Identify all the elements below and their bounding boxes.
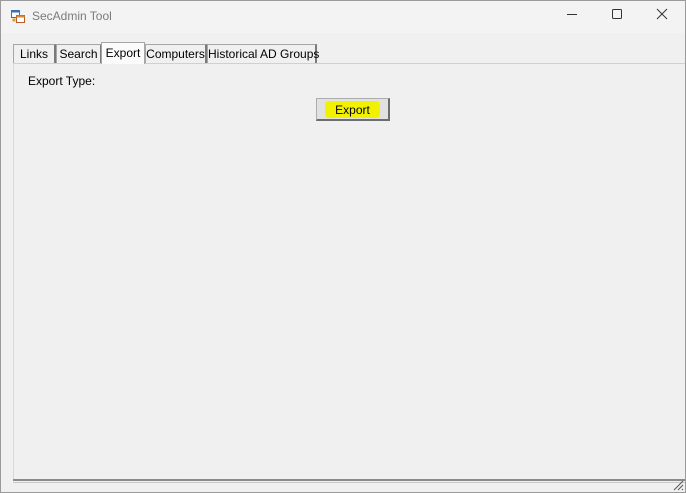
export-button-label: Export — [325, 100, 380, 118]
tab-computers[interactable]: Computers — [145, 44, 207, 63]
app-window-icon — [11, 10, 25, 23]
title-bar[interactable]: SecAdmin Tool — [1, 1, 685, 33]
minimize-icon — [566, 7, 578, 25]
export-button[interactable]: Export — [316, 98, 390, 121]
maximize-button[interactable] — [594, 1, 640, 31]
close-icon — [656, 7, 668, 25]
tab-historical-ad-groups[interactable]: Historical AD Groups — [207, 44, 319, 63]
export-type-label: Export Type: — [28, 74, 96, 88]
tab-strip: Links Search Export Computers Historical… — [13, 42, 673, 64]
tab-export[interactable]: Export — [101, 42, 145, 64]
maximize-icon — [611, 7, 623, 25]
minimize-button[interactable] — [549, 1, 595, 31]
app-window: SecAdmin Tool Links Search Export Comput… — [0, 0, 686, 493]
panel-bottom-border-inner — [13, 482, 685, 483]
tab-links[interactable]: Links — [13, 44, 56, 63]
window-title: SecAdmin Tool — [32, 9, 112, 23]
tab-search[interactable]: Search — [56, 44, 102, 63]
resize-grip-icon[interactable] — [671, 478, 684, 491]
panel-bottom-border — [13, 479, 685, 481]
tab-panel-export — [13, 63, 685, 480]
close-button[interactable] — [639, 1, 685, 31]
